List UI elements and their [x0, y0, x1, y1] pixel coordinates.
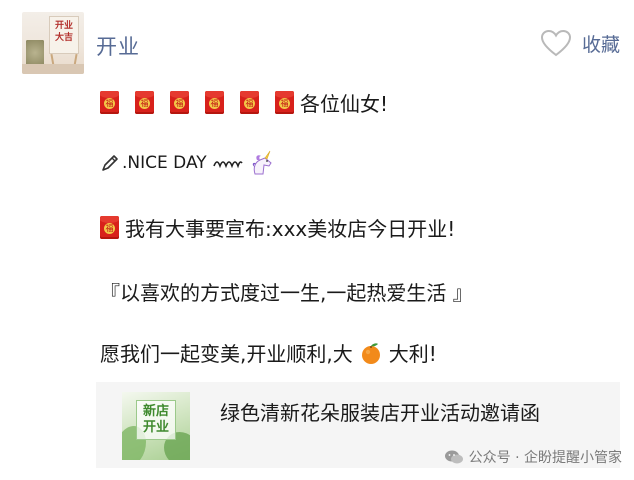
favorite-button[interactable]: 收藏 [540, 29, 620, 57]
favorite-label: 收藏 [581, 33, 620, 56]
red-envelope-icon [100, 216, 119, 239]
red-envelope-icon [205, 91, 224, 114]
squiggle-icon [212, 161, 243, 169]
account-avatar[interactable]: 开业 大吉 [22, 12, 84, 74]
wish-line: 愿我们一起变美,开业顺利,大 大利! [100, 338, 437, 367]
avatar-sign: 开业 大吉 [49, 16, 79, 54]
wish-text-a: 愿我们一起变美,开业顺利,大 [100, 342, 353, 366]
pencil-icon [102, 155, 118, 171]
motto-text: 『以喜欢的方式度过一生,一起热爱生活 』 [100, 281, 473, 305]
article-title: 绿色清新花朵服装店开业活动邀请函 [220, 401, 540, 425]
greeting-line: 各位仙女! [100, 88, 388, 117]
thumbnail-badge: 新店 开业 [136, 400, 176, 440]
watermark: 公众号 · 企盼提醒小管家 [444, 447, 622, 467]
article-thumbnail: 新店 开业 [122, 392, 190, 460]
wish-text-b: 大利! [388, 342, 437, 366]
red-envelope-icon [170, 91, 189, 114]
wechat-logo-icon [444, 450, 463, 464]
red-envelope-icon [240, 91, 259, 114]
floor [22, 64, 84, 74]
account-name[interactable]: 开业 [96, 31, 140, 61]
greeting-text: 各位仙女! [300, 92, 389, 116]
tangerine-icon [361, 342, 380, 364]
heart-outline-icon [540, 29, 571, 57]
nice-day-text: .NICE DAY [122, 153, 207, 173]
red-envelope-icon [135, 91, 154, 114]
red-envelope-icon [275, 91, 294, 114]
announcement-line: 我有大事要宣布:xxx美妆店今日开业! [100, 213, 455, 242]
watermark-text: 公众号 · 企盼提醒小管家 [468, 450, 622, 466]
nice-day-line: .NICE DAY [100, 150, 275, 176]
unicorn-icon [252, 150, 272, 175]
announcement-text: 我有大事要宣布:xxx美妆店今日开业! [125, 217, 456, 241]
motto-line: 『以喜欢的方式度过一生,一起热爱生活 』 [100, 277, 473, 306]
red-envelope-icon [100, 91, 119, 114]
